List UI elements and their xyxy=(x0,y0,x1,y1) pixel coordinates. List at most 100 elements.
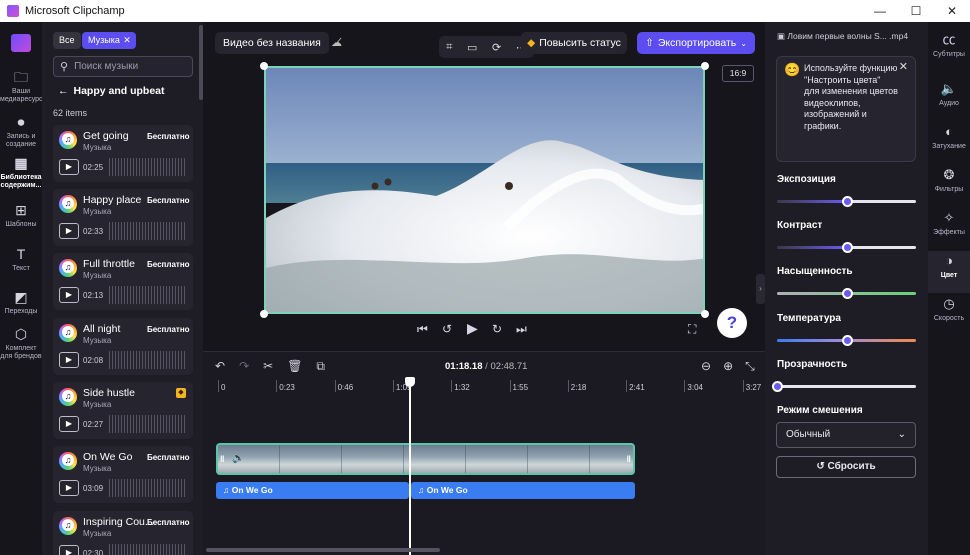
music-track-card[interactable]: Get goingМузыка Бесплатно ▶ 02:25 xyxy=(53,125,193,182)
play-preview-button[interactable]: ▶ xyxy=(59,223,79,239)
fit-icon[interactable]: ▭ xyxy=(467,41,477,54)
ruler-tick-label: 0:46 xyxy=(337,383,354,392)
nav-transitions[interactable]: ◩ Переходы xyxy=(0,289,42,316)
ruler-tick-label: 2:41 xyxy=(629,383,645,392)
play-preview-button[interactable]: ▶ xyxy=(59,287,79,303)
play-preview-button[interactable]: ▶ xyxy=(59,159,79,175)
nav-brand-kit[interactable]: ⬡ Комплект для брендов xyxy=(0,326,42,361)
ruler-tick xyxy=(509,380,511,392)
rightnav-label: Субтитры xyxy=(933,51,965,58)
nav-your-media[interactable]: 🗀 Ваши медиаресурсы xyxy=(0,69,48,104)
video-preview[interactable] xyxy=(264,66,705,314)
skip-forward-icon[interactable]: ⏭ xyxy=(516,322,527,337)
rightnav-audio[interactable]: 🔈 Аудио xyxy=(928,79,970,121)
forward-5s-icon[interactable]: ↻ xyxy=(492,322,502,336)
ruler-tick xyxy=(334,380,336,392)
chip-close-icon[interactable]: ✕ xyxy=(123,32,131,49)
blend-mode-select[interactable]: Обычный ⌄ xyxy=(776,422,916,448)
minimize-button[interactable]: — xyxy=(862,0,898,22)
playhead[interactable] xyxy=(409,380,411,555)
rightnav-filters[interactable]: ❂ Фильтры xyxy=(928,165,970,207)
undo-icon[interactable]: ↶ xyxy=(215,359,225,374)
rightnav-captions[interactable]: ㏄ Субтитры xyxy=(928,30,970,72)
resize-handle[interactable] xyxy=(260,310,268,318)
reset-button[interactable]: ↺ Сбросить xyxy=(776,456,916,478)
cloud-sync-off-icon[interactable]: ☁̸ xyxy=(331,36,342,49)
ruler-tick xyxy=(451,380,453,392)
rightnav-speed[interactable]: ◷ Скорость xyxy=(928,294,970,336)
collapse-right-panel-button[interactable]: › xyxy=(756,274,765,304)
trim-handle-left[interactable]: ‖ xyxy=(220,454,224,464)
filter-chip-all[interactable]: Все xyxy=(53,32,81,49)
resize-handle[interactable] xyxy=(701,62,709,70)
tip-box: 😊 ✕ Используйте функцию "Настроить цвета… xyxy=(776,56,916,162)
nav-content-library[interactable]: ▦ Библиотека содержим... xyxy=(0,155,42,190)
redo-icon[interactable]: ↷ xyxy=(239,359,249,374)
play-preview-button[interactable]: ▶ xyxy=(59,416,79,432)
music-search-input[interactable]: ⚲ Поиск музыки xyxy=(53,56,193,77)
zoom-in-icon[interactable]: ⊕ xyxy=(723,359,733,374)
delete-icon[interactable]: 🗑 xyxy=(287,359,302,374)
split-scissors-icon[interactable]: ✂ xyxy=(263,359,273,374)
rotate-icon[interactable]: ⟳ xyxy=(492,41,501,54)
rightnav-fade[interactable]: ◐ Затухание xyxy=(928,122,970,164)
ruler-tick-label: 3:04 xyxy=(687,383,703,392)
nav-record-create[interactable]: ⏺ Запись и создание xyxy=(0,114,42,149)
play-icon[interactable]: ▶ xyxy=(467,320,478,337)
maximize-button[interactable]: ☐ xyxy=(898,0,934,22)
play-preview-button[interactable]: ▶ xyxy=(59,352,79,368)
ruler-tick-label: 3:27 xyxy=(745,383,762,392)
nav-templates[interactable]: ⊞ Шаблоны xyxy=(0,202,42,229)
speaker-icon[interactable]: 🔈 xyxy=(232,453,244,464)
export-button[interactable]: ⇧ Экспортировать ⌄ xyxy=(637,32,755,54)
play-preview-button[interactable]: ▶ xyxy=(59,545,79,555)
video-clip[interactable]: ‖ 🔈 ‖ xyxy=(216,443,635,475)
timeline-scrollbar[interactable] xyxy=(206,548,440,552)
opacity-slider-knob[interactable] xyxy=(772,381,783,392)
clipchamp-menu-icon[interactable] xyxy=(11,34,31,52)
music-track-card[interactable]: Full throttleМузыка Бесплатно ▶ 02:13 xyxy=(53,253,193,310)
opacity-slider[interactable] xyxy=(777,385,916,388)
close-window-button[interactable]: ✕ xyxy=(934,0,970,22)
ruler-tick-label: 1:55 xyxy=(512,383,529,392)
zoom-out-icon[interactable]: ⊖ xyxy=(701,359,711,374)
rightnav-color[interactable]: ◑ Цвет xyxy=(928,251,970,293)
music-track-card[interactable]: On We GoМузыка Бесплатно ▶ 03:09 xyxy=(53,446,193,503)
play-preview-button[interactable]: ▶ xyxy=(59,480,79,496)
exposure-slider-knob[interactable] xyxy=(841,196,853,207)
free-badge: Бесплатно xyxy=(147,453,190,462)
resize-handle[interactable] xyxy=(701,310,709,318)
temperature-slider-knob[interactable] xyxy=(841,335,853,346)
playhead-grip[interactable] xyxy=(405,377,415,387)
free-badge: Бесплатно xyxy=(147,325,190,334)
fullscreen-icon[interactable]: ⛶ xyxy=(688,322,696,337)
audio-clip[interactable]: ♫ On We Go xyxy=(411,482,635,499)
audio-clip[interactable]: ♫ On We Go xyxy=(216,482,409,499)
close-icon[interactable]: ✕ xyxy=(899,60,908,73)
aspect-ratio-button[interactable]: 16:9 xyxy=(722,65,754,82)
emoji-icon: 😊 xyxy=(784,62,801,77)
upgrade-button[interactable]: ◆ Повысить статус xyxy=(521,32,627,54)
fit-timeline-icon[interactable]: ⤡ xyxy=(745,359,755,374)
rightnav-effects[interactable]: ✧ Эффекты xyxy=(928,208,970,250)
music-track-card[interactable]: Inspiring Cou...Музыка Бесплатно ▶ 02:30 xyxy=(53,511,193,555)
nav-label: Комплект для брендов xyxy=(0,345,42,360)
resize-handle[interactable] xyxy=(260,62,268,70)
duplicate-icon[interactable]: ⧉ xyxy=(316,359,325,374)
skip-back-icon[interactable]: ⏮ xyxy=(417,322,428,337)
music-track-card[interactable]: Happy placeМузыка Бесплатно ▶ 02:33 xyxy=(53,189,193,246)
trim-handle-right[interactable]: ‖ xyxy=(627,454,631,464)
nav-text[interactable]: T Текст xyxy=(0,246,42,273)
contrast-slider-knob[interactable] xyxy=(841,242,853,253)
waveform xyxy=(109,222,187,240)
rewind-5s-icon[interactable]: ↺ xyxy=(442,322,452,336)
search-placeholder: Поиск музыки xyxy=(74,61,139,72)
crop-icon[interactable]: ⌗ xyxy=(446,41,452,54)
music-track-card[interactable]: All nightМузыка Бесплатно ▶ 02:08 xyxy=(53,318,193,375)
filter-chip-music[interactable]: Музыка ✕ xyxy=(82,32,136,49)
help-button[interactable]: ? xyxy=(717,308,747,338)
back-to-category-button[interactable]: ← Happy and upbeat xyxy=(58,85,165,97)
saturation-slider-knob[interactable] xyxy=(841,288,853,299)
music-track-card[interactable]: Side hustleМузыка ◆ ▶ 02:27 xyxy=(53,382,193,439)
project-title-input[interactable]: Видео без названия xyxy=(215,32,329,54)
